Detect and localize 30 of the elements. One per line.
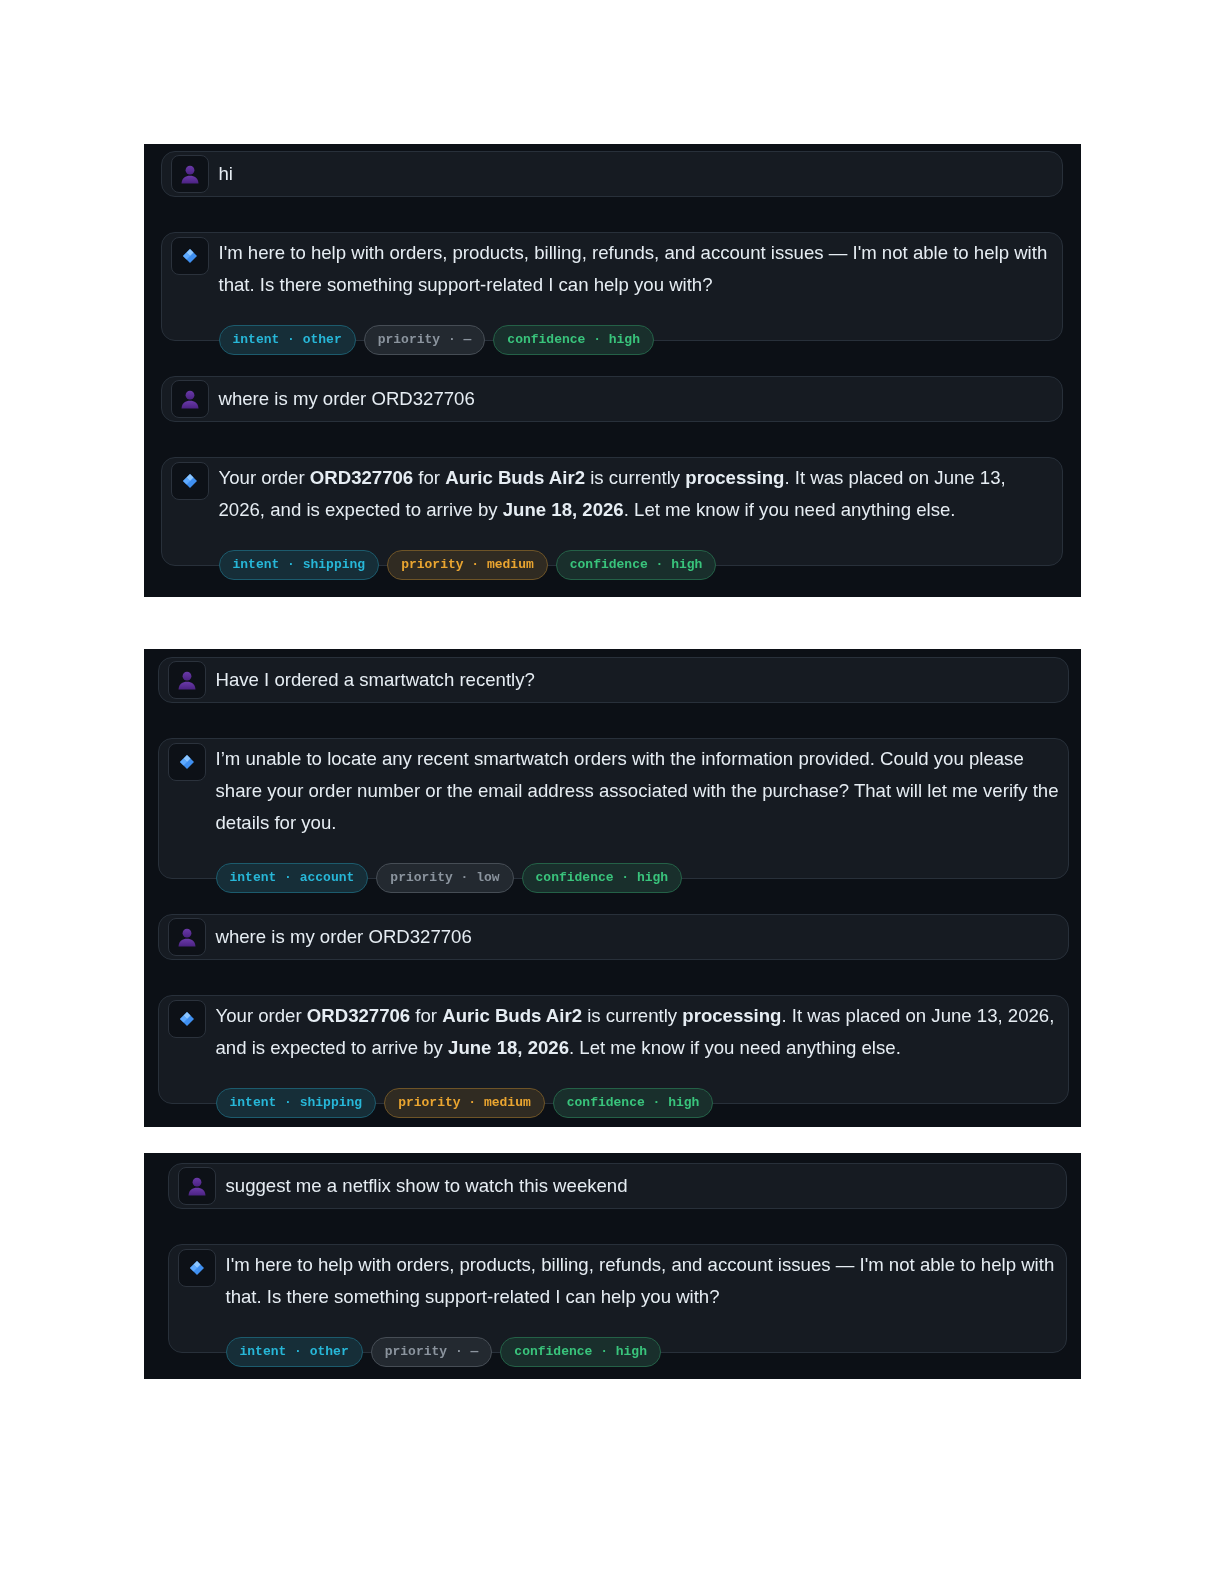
classification-tag: priority · low	[376, 863, 514, 893]
classification-tag: priority · —	[363, 325, 486, 355]
message-text: hi	[218, 162, 233, 186]
person-icon	[170, 380, 209, 418]
person-icon	[167, 661, 206, 699]
person-icon	[170, 155, 209, 193]
classification-tag: priority · —	[370, 1337, 493, 1367]
classification-tag: confidence · high	[521, 863, 683, 893]
message-text: Your order ORD327706 for Auric Buds Air2 is currently processing. It was placed on June 13, 2026, and is expected to arrive by June 18, 2026. Let me know if you need anything else.	[218, 466, 1007, 522]
message-text: Have I ordered a smartwatch recently?	[215, 668, 535, 692]
classification-tag: confidence · high	[552, 1088, 714, 1118]
person-icon	[167, 918, 206, 956]
classification-tag: priority · medium	[384, 1088, 545, 1118]
message-text: suggest me a netflix show to watch this weekend	[225, 1174, 628, 1198]
message-text: Your order ORD327706 for Auric Buds Air2 is currently processing. It was placed on June 13, 2026, and is expected to arrive by June 18, 2026. Let me know if you need anything else.	[215, 1004, 1056, 1060]
classification-tag: confidence · high	[500, 1337, 661, 1367]
message-text: I'm here to help with orders, products, billing, refunds, and account issues — I'm not able to help with that. Is there something support-related I can help you with?	[218, 241, 1049, 297]
message-text: I'm here to help with orders, products, billing, refunds, and account issues — I'm not able to help with that. Is there something support-related I can help you with?	[225, 1253, 1056, 1309]
classification-tag: intent · shipping	[215, 1088, 377, 1118]
person-icon	[177, 1167, 216, 1205]
classification-tag: intent · other	[225, 1337, 363, 1367]
classification-tag: priority · medium	[387, 550, 548, 580]
classification-tag: intent · shipping	[218, 550, 380, 580]
message-text: I’m unable to locate any recent smartwatch orders with the information provided. Could you please share your order number or the email address associated with the purchase? That will let me verify the details for you.	[215, 747, 1060, 835]
classification-tag: confidence · high	[555, 550, 717, 580]
message-text: where is my order ORD327706	[215, 925, 472, 949]
message-text: where is my order ORD327706	[218, 387, 475, 411]
classification-tag: intent · account	[215, 863, 369, 893]
classification-tag: intent · other	[218, 325, 356, 355]
classification-tag: confidence · high	[493, 325, 654, 355]
